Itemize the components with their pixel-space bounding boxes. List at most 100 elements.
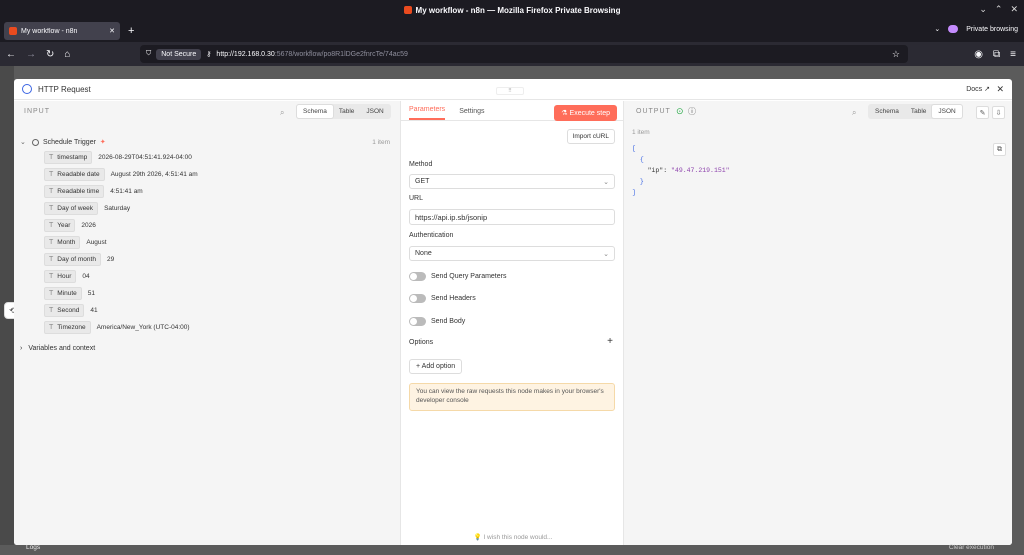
text-type-icon: T	[49, 290, 54, 297]
input-field-row: T Year 2026	[20, 217, 390, 234]
reload-icon[interactable]: ↻	[46, 49, 54, 60]
toggle-switch[interactable]	[409, 294, 426, 303]
field-pill[interactable]: T Year	[44, 219, 76, 232]
import-curl-button[interactable]: Import cURL	[566, 129, 615, 144]
options-label: Options	[409, 339, 434, 346]
field-pill[interactable]: T Timezone	[44, 321, 91, 334]
input-field-row: T Minute 51	[20, 285, 390, 302]
output-search-icon[interactable]: ⌕	[852, 108, 856, 118]
developer-console-notice: You can view the raw requests this node …	[409, 383, 615, 411]
field-pill[interactable]: Ttimestamp	[44, 151, 93, 164]
field-name: Readable time	[57, 188, 100, 195]
field-pill[interactable]: T Readable date	[44, 168, 105, 181]
url-host: http://192.168.0.30	[216, 50, 275, 58]
trigger-row[interactable]: ⌄ Schedule Trigger ✦ 1 item	[20, 135, 390, 149]
text-type-icon: T	[49, 171, 54, 178]
logs-bar: Logs Clear execution	[0, 544, 1024, 555]
url-value: https://api.ip.sb/jsonip	[415, 212, 488, 222]
n8n-canvas: ⟲ HTTP Request ⠿ Docs ↗ ✕ INPUT ⌕ Schema…	[0, 66, 1024, 555]
field-pill[interactable]: T Month	[44, 236, 81, 249]
send-body-toggle[interactable]: Send Body	[409, 317, 465, 326]
input-view-json[interactable]: JSON	[360, 105, 389, 118]
url-path: :5678/workflow/po8R1lDGe2fnrcTe/74ac59	[274, 50, 408, 58]
close-modal-icon[interactable]: ✕	[996, 84, 1004, 95]
variables-label: Variables and context	[28, 344, 96, 352]
new-tab-icon[interactable]: +	[128, 25, 134, 37]
input-label: INPUT	[24, 108, 50, 115]
list-tabs-icon[interactable]: ⌄	[934, 25, 940, 33]
variables-context-row[interactable]: › Variables and context	[20, 340, 390, 356]
url-input[interactable]: https://api.ip.sb/jsonip	[409, 209, 615, 225]
chevron-right-icon[interactable]: ›	[20, 345, 22, 352]
toggle-switch[interactable]	[409, 317, 426, 326]
send-query-parameters-toggle[interactable]: Send Query Parameters	[409, 272, 506, 281]
not-secure-badge[interactable]: Not Secure	[156, 48, 202, 60]
n8n-tab-icon	[9, 27, 17, 35]
output-panel: OUTPUT ⊙ ⓘ ⌕ Schema Table JSON ✎ ⇩ 1 ite…	[624, 101, 1012, 545]
window-titlebar: My workflow - n8n — Mozilla Firefox Priv…	[0, 0, 1024, 20]
feedback-link[interactable]: 💡 I wish this node would...	[401, 533, 625, 541]
field-value: 29	[106, 256, 115, 263]
toggle-switch[interactable]	[409, 272, 426, 281]
menu-icon[interactable]: ≡	[1010, 49, 1016, 60]
output-item-count: 1 item	[632, 129, 650, 136]
logs-label[interactable]: Logs	[26, 544, 40, 551]
chevron-down-icon: ⌄	[603, 178, 609, 186]
bookmark-star-icon[interactable]: ☆	[892, 49, 900, 60]
maximize-icon[interactable]: ⌃	[995, 4, 1003, 15]
private-browsing-icon	[948, 25, 959, 33]
back-icon[interactable]: ←	[6, 49, 16, 60]
close-window-icon[interactable]: ✕	[1010, 4, 1018, 15]
node-title[interactable]: HTTP Request	[38, 85, 91, 94]
json-value[interactable]: "49.47.219.151"	[671, 167, 730, 174]
input-view-switch: Schema Table JSON	[296, 104, 391, 119]
url-bar[interactable]: ⛉ Not Secure ⚷ http://192.168.0.30:5678/…	[140, 45, 908, 63]
input-view-schema[interactable]: Schema	[297, 105, 333, 118]
trigger-name: Schedule Trigger	[43, 138, 96, 146]
shield-icon[interactable]: ⛉	[146, 50, 151, 58]
output-view-json[interactable]: JSON	[932, 105, 962, 118]
execute-step-button[interactable]: ⚗ Execute step	[554, 105, 617, 121]
forward-icon[interactable]: →	[26, 49, 36, 60]
copy-icon[interactable]: ⧉	[993, 143, 1006, 156]
output-view-schema[interactable]: Schema	[869, 105, 905, 118]
input-search-icon[interactable]: ⌕	[280, 108, 284, 118]
tab-parameters[interactable]: Parameters	[409, 106, 446, 120]
input-field-row: T Hour 04	[20, 268, 390, 285]
chevron-down-icon[interactable]: ⌄	[20, 138, 28, 146]
input-view-table[interactable]: Table	[333, 105, 361, 118]
input-field-row: T Second 41	[20, 302, 390, 319]
text-type-icon: T	[49, 239, 54, 246]
pin-data-icon[interactable]: ⇩	[992, 106, 1005, 119]
clock-icon	[32, 138, 39, 146]
field-value: Saturday	[104, 205, 131, 212]
field-pill[interactable]: T Day of week	[44, 202, 99, 215]
add-option-button[interactable]: + Add option	[409, 359, 463, 374]
tab-close-icon[interactable]: ✕	[109, 27, 115, 35]
info-icon[interactable]: ⓘ	[688, 106, 696, 117]
minimize-icon[interactable]: ⌄	[979, 4, 987, 15]
extensions-puzzle-icon[interactable]: ⧉	[993, 49, 1000, 60]
output-view-table[interactable]: Table	[905, 105, 933, 118]
field-pill[interactable]: T Minute	[44, 287, 82, 300]
drag-handle[interactable]: ⠿	[496, 87, 524, 95]
add-options-plus-icon[interactable]: +	[607, 336, 613, 347]
browser-tab[interactable]: My workflow - n8n ✕	[4, 22, 120, 40]
field-name: Readable date	[57, 171, 100, 178]
field-name: Month	[57, 239, 76, 246]
docs-link[interactable]: Docs ↗	[966, 85, 990, 93]
extension-icon[interactable]: ◉	[974, 49, 983, 60]
field-pill[interactable]: T Readable time	[44, 185, 105, 198]
edit-output-icon[interactable]: ✎	[976, 106, 989, 119]
key-icon[interactable]: ⚷	[206, 50, 211, 58]
method-select[interactable]: GET ⌄	[409, 174, 615, 189]
tab-settings[interactable]: Settings	[459, 108, 484, 120]
home-icon[interactable]: ⌂	[64, 49, 70, 60]
text-type-icon: T	[49, 307, 54, 314]
authentication-select[interactable]: None ⌄	[409, 246, 615, 261]
send-headers-toggle[interactable]: Send Headers	[409, 294, 476, 303]
field-pill[interactable]: T Second	[44, 304, 85, 317]
field-pill[interactable]: T Hour	[44, 270, 77, 283]
field-pill[interactable]: T Day of month	[44, 253, 101, 266]
clear-execution-button[interactable]: Clear execution	[949, 544, 994, 551]
